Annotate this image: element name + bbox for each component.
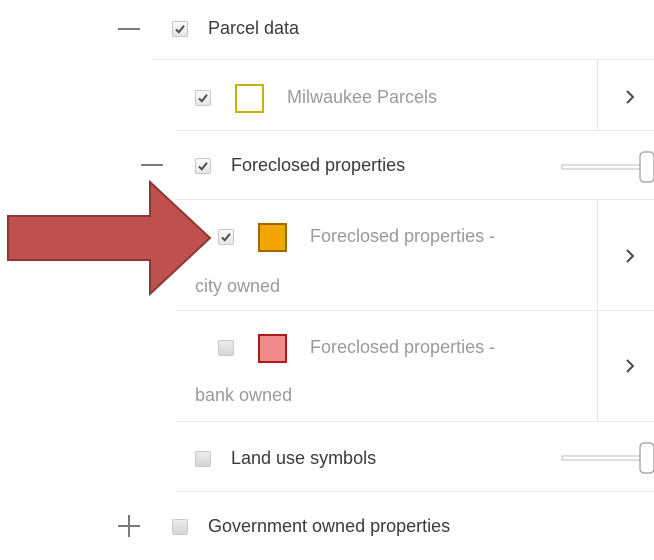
government-owned-checkbox[interactable] (172, 519, 188, 535)
milwaukee-parcels-checkbox[interactable] (195, 90, 211, 106)
layer-label-parcel-data: Parcel data (208, 18, 300, 38)
row-divider (152, 59, 654, 60)
land-use-symbols-checkbox[interactable] (195, 451, 211, 467)
parcel-data-checkbox[interactable] (172, 21, 188, 37)
foreclosed-city-owned-checkbox[interactable] (218, 229, 234, 245)
layer-label-government-owned: Government owned properties (208, 516, 451, 536)
row-divider (176, 491, 654, 492)
milwaukee-parcels-swatch (235, 84, 264, 113)
column-divider (597, 60, 598, 130)
chevron-right-icon[interactable] (623, 88, 637, 106)
minus-icon[interactable] (118, 24, 140, 34)
row-divider (176, 421, 654, 422)
row-divider (176, 310, 654, 311)
opacity-slider[interactable] (560, 441, 654, 475)
chevron-right-icon[interactable] (623, 357, 637, 375)
foreclosed-city-owned-swatch (258, 223, 287, 252)
chevron-right-icon[interactable] (623, 247, 637, 265)
layer-label-foreclosed-bank-line2: bank owned (195, 385, 293, 405)
layer-label-foreclosed-city-line1: Foreclosed properties - (310, 226, 496, 246)
layer-label-land-use-symbols: Land use symbols (231, 448, 377, 468)
row-divider (176, 199, 654, 200)
row-divider (176, 130, 654, 131)
column-divider (597, 311, 598, 421)
foreclosed-properties-checkbox[interactable] (195, 158, 211, 174)
column-divider (597, 200, 598, 310)
layer-label-foreclosed-bank-line1: Foreclosed properties - (310, 337, 496, 357)
layer-label-milwaukee-parcels: Milwaukee Parcels (287, 87, 438, 107)
minus-icon[interactable] (141, 160, 163, 170)
arrow-right-annotation (7, 180, 212, 296)
opacity-slider[interactable] (560, 150, 654, 184)
layer-label-foreclosed-properties: Foreclosed properties (231, 155, 406, 175)
foreclosed-bank-owned-checkbox[interactable] (218, 340, 234, 356)
plus-icon[interactable] (118, 515, 140, 537)
foreclosed-bank-owned-swatch (258, 334, 287, 363)
